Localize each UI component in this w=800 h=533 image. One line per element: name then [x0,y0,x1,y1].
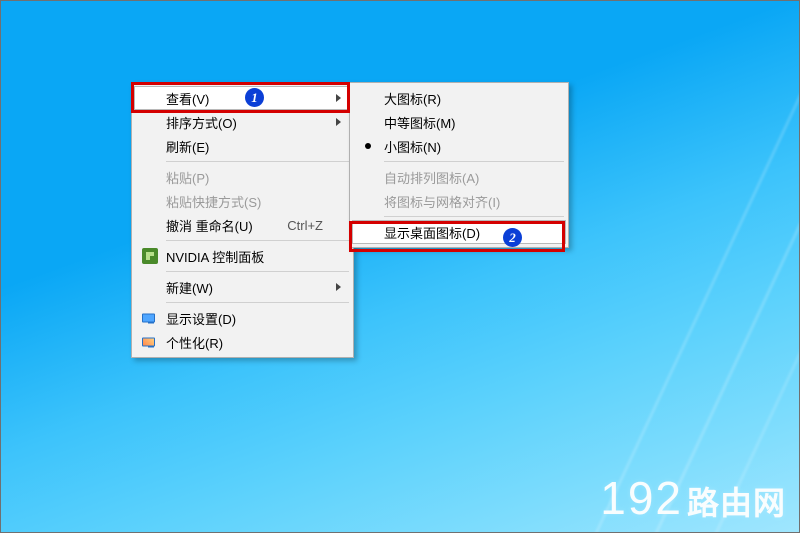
menu-shortcut: Ctrl+Z [287,218,323,233]
watermark: 192 路由网 [600,471,786,525]
menu-label: 新建(W) [166,278,323,297]
menu-separator [166,271,349,272]
menu-label: 粘贴(P) [166,168,323,187]
annotation-badge-2: 2 [503,228,522,247]
menu-label: 将图标与网格对齐(I) [384,192,538,211]
submenu-arrow-icon [336,283,341,291]
menu-item-large-icons[interactable]: 大图标(R) [352,86,566,110]
menu-item-show-desktop-icons[interactable]: 显示桌面图标(D) [352,220,566,244]
submenu-arrow-icon [336,118,341,126]
menu-label: 显示设置(D) [166,309,323,328]
desktop-context-menu: 查看(V) 排序方式(O) 刷新(E) 粘贴(P) 粘贴快捷方式(S) 撤消 重… [131,82,354,358]
menu-item-paste-shortcut: 粘贴快捷方式(S) [134,189,351,213]
menu-label: 个性化(R) [166,333,323,352]
view-submenu: 大图标(R) 中等图标(M) 小图标(N) 自动排列图标(A) 将图标与网格对齐… [349,82,569,248]
light-ray [540,16,800,533]
menu-item-nvidia[interactable]: NVIDIA 控制面板 [134,244,351,268]
menu-item-medium-icons[interactable]: 中等图标(M) [352,110,566,134]
annotation-badge-1: 1 [245,88,264,107]
menu-item-new[interactable]: 新建(W) [134,275,351,299]
monitor-icon [142,314,155,323]
menu-separator [166,240,349,241]
light-ray [660,16,800,533]
menu-item-personalize[interactable]: 个性化(R) [134,330,351,354]
menu-label: 粘贴快捷方式(S) [166,192,323,211]
menu-item-refresh[interactable]: 刷新(E) [134,134,351,158]
menu-label: 排序方式(O) [166,113,323,132]
watermark-number: 192 [600,471,683,525]
windows-desktop[interactable]: 查看(V) 排序方式(O) 刷新(E) 粘贴(P) 粘贴快捷方式(S) 撤消 重… [0,0,800,533]
personalize-icon [142,338,155,347]
menu-item-view[interactable]: 查看(V) [134,86,351,110]
menu-label: 刷新(E) [166,137,323,156]
menu-separator [384,161,564,162]
menu-separator [166,302,349,303]
menu-item-align-to-grid[interactable]: 将图标与网格对齐(I) [352,189,566,213]
bullet-icon [360,138,376,154]
menu-item-undo-rename[interactable]: 撤消 重命名(U) Ctrl+Z [134,213,351,237]
menu-item-paste: 粘贴(P) [134,165,351,189]
image-border [0,0,800,533]
menu-item-sort[interactable]: 排序方式(O) [134,110,351,134]
submenu-arrow-icon [336,94,341,102]
menu-separator [384,216,564,217]
menu-label: 小图标(N) [384,137,538,156]
menu-item-display-settings[interactable]: 显示设置(D) [134,306,351,330]
nvidia-icon [142,248,158,264]
menu-label: 中等图标(M) [384,113,538,132]
menu-item-small-icons[interactable]: 小图标(N) [352,134,566,158]
menu-label: 撤消 重命名(U) [166,216,275,235]
menu-separator [166,161,349,162]
menu-item-auto-arrange[interactable]: 自动排列图标(A) [352,165,566,189]
menu-label: 大图标(R) [384,89,538,108]
watermark-text: 路由网 [687,478,786,524]
menu-label: NVIDIA 控制面板 [166,247,323,266]
menu-label: 自动排列图标(A) [384,168,538,187]
